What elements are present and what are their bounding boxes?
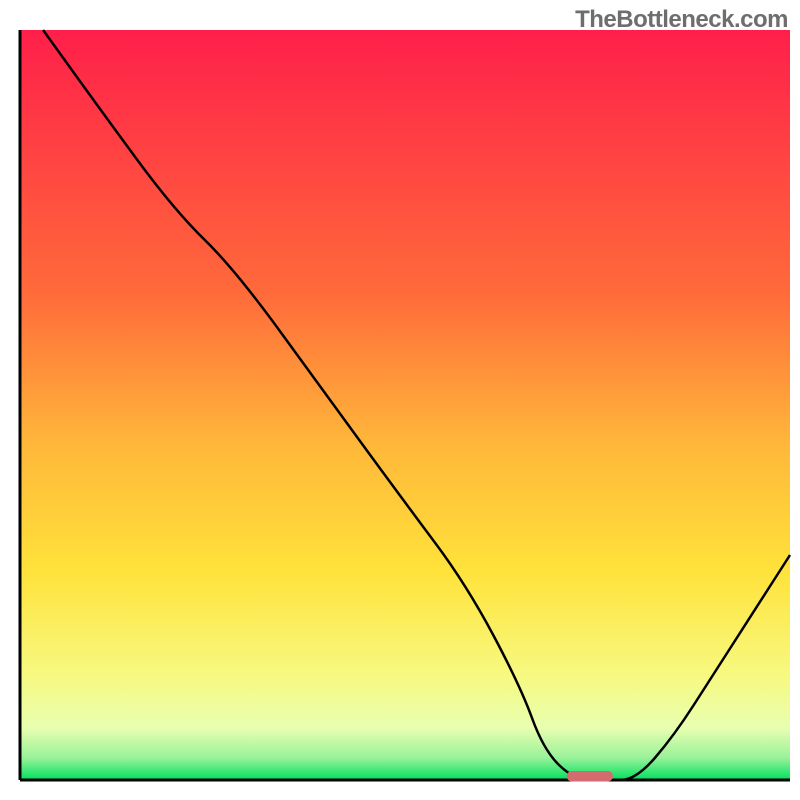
- optimal-marker: [567, 771, 613, 782]
- plot-background: [20, 30, 790, 780]
- bottleneck-chart: TheBottleneck.com: [0, 0, 800, 800]
- chart-svg: [0, 0, 800, 800]
- watermark-text: TheBottleneck.com: [575, 6, 788, 34]
